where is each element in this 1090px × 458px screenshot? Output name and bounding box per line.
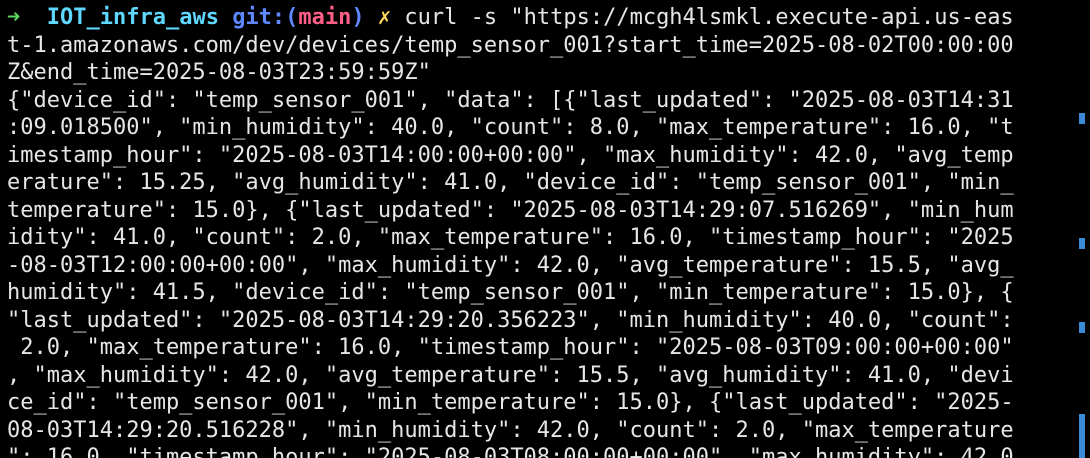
output-line: "last_updated": "2025-08-03T14:29:20.356… xyxy=(7,307,1014,333)
output-line: temperature": 15.0}, {"last_updated": "2… xyxy=(7,197,1014,223)
scroll-mark xyxy=(1079,414,1085,458)
output-line: ": 16.0, "timestamp_hour": "2025-08-03T0… xyxy=(7,445,1014,458)
command-continuation: t-1.amazonaws.com/dev/devices/temp_senso… xyxy=(7,32,1014,58)
terminal-window[interactable]: ➜ IOT_infra_aws git:(main) ✗ curl -s "ht… xyxy=(0,0,1090,458)
dirty-flag-icon: ✗ xyxy=(377,5,392,30)
output-line: , "max_humidity": 42.0, "avg_temperature… xyxy=(7,362,1014,388)
command-output: {"device_id": "temp_sensor_001", "data":… xyxy=(7,87,1077,458)
output-line: 08-03T14:29:20.516228", "min_humidity": … xyxy=(7,417,1014,443)
prompt-line: ➜ IOT_infra_aws git:(main) ✗ curl -s "ht… xyxy=(7,4,1077,32)
git-branch: main xyxy=(298,5,352,30)
output-line: -08-03T12:00:00+00:00", "max_humidity": … xyxy=(7,252,1014,278)
output-line: humidity": 41.5, "device_id": "temp_sens… xyxy=(7,280,1014,305)
output-line: {"device_id": "temp_sensor_001", "data":… xyxy=(7,87,1014,113)
output-line: :09.018500", "min_humidity": 40.0, "coun… xyxy=(7,115,1014,140)
output-line: ce_id": "temp_sensor_001", "min_temperat… xyxy=(7,390,1014,415)
output-line: imestamp_hour": "2025-08-03T14:00:00+00:… xyxy=(7,142,1014,168)
command-text: curl -s "https://mcgh4lsmkl.execute-api.… xyxy=(404,5,1014,30)
command-continuation: Z&end_time=2025-08-03T23:59:59Z" xyxy=(7,60,431,85)
prompt-arrow-icon: ➜ xyxy=(7,5,21,30)
output-line: idity": 41.0, "count": 2.0, "max_tempera… xyxy=(7,225,1014,250)
repo-name: IOT_infra_aws xyxy=(46,5,219,30)
output-line: 2.0, "max_temperature": 16.0, "timestamp… xyxy=(7,335,1014,360)
scroll-mark xyxy=(1079,238,1085,249)
terminal-buffer: ➜ IOT_infra_aws git:(main) ✗ curl -s "ht… xyxy=(7,4,1077,458)
scroll-mark xyxy=(1079,322,1085,333)
git-label: git:( xyxy=(232,5,299,30)
output-line: erature": 15.25, "avg_humidity": 41.0, "… xyxy=(7,170,1014,195)
git-label-close: ) xyxy=(351,5,365,30)
scroll-mark xyxy=(1079,113,1085,124)
